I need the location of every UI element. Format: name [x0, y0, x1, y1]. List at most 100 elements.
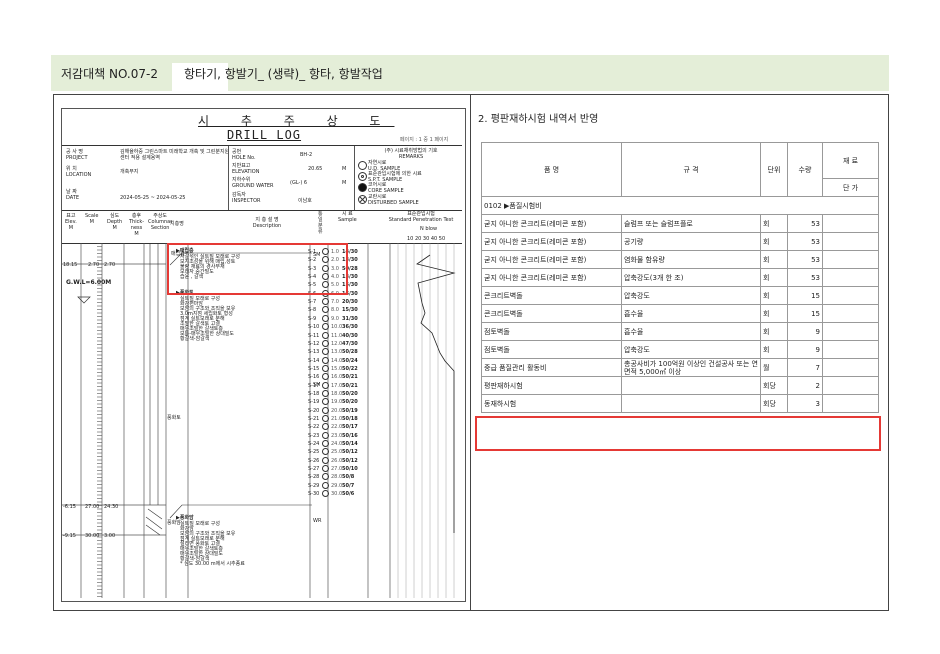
- n-value: 50/10: [342, 466, 358, 473]
- row-price: [822, 268, 879, 287]
- sample-depth: 26.0: [331, 457, 343, 464]
- spt-sample-icon: [322, 306, 329, 314]
- layer1-thick: 2.70: [104, 262, 116, 268]
- n-value: 50/16: [342, 432, 358, 439]
- sample-row: S-8 8.0 15/30: [308, 306, 358, 314]
- uscs-wr: WR: [313, 518, 322, 524]
- sample-row: S-27 27.050/10: [308, 465, 358, 473]
- sample-row: S-22 22.050/17: [308, 423, 358, 431]
- project-value: 김해율하중 그린스마트 미래학교 개축 및 그린분지원 센터 적용 설계용역: [120, 149, 230, 161]
- row-spec: 슬럼프 또는 슬럼프플로: [621, 214, 761, 233]
- sample-depth: 18.0: [331, 390, 343, 397]
- sample-row: S-29 29.050/7: [308, 481, 354, 489]
- sample-row: S-12 12.047/30: [308, 339, 358, 347]
- sample-id: S-8: [308, 307, 317, 314]
- hole-value: BH-2: [300, 152, 313, 158]
- row-price: [822, 394, 879, 413]
- col-sample: 시 료 Sample: [338, 211, 357, 223]
- row-price: [822, 322, 879, 341]
- sample-depth: 29.0: [331, 482, 343, 489]
- col-depth: 심도 Depth M: [107, 213, 123, 231]
- row-qty: 7: [787, 358, 823, 377]
- row-spec: 염화물 함유량: [621, 250, 761, 269]
- row-spec: [621, 376, 761, 395]
- table-row: 굳지 아니한 콘크리트(레미콘 포함) 염화물 함유량 회 53: [481, 250, 879, 269]
- row-qty: 15: [787, 286, 823, 305]
- row-unit: 회: [760, 268, 788, 287]
- n-value: 50/24: [342, 357, 358, 364]
- layer2-thick: 24.30: [104, 504, 119, 510]
- sample-row: S-25 25.050/12: [308, 448, 358, 456]
- elevation-value: 20.65: [308, 166, 323, 172]
- layer1-elev: 18.15: [63, 262, 78, 268]
- row-name: 굳지 아니한 콘크리트(레미콘 포함): [481, 214, 622, 233]
- row-qty: 53: [787, 232, 823, 251]
- col-uscs: 통일분류: [318, 211, 323, 235]
- core-sample-icon: [358, 183, 367, 192]
- sample-depth: 24.0: [331, 441, 343, 448]
- sample-depth: 17.0: [331, 382, 343, 389]
- groundwater-label: 지하수위 GROUND WATER: [232, 177, 274, 189]
- table-row: 굳지 아니한 콘크리트(레미콘 포함) 압축강도(3개 한 조) 회 53: [481, 268, 879, 287]
- sample-depth: 22.0: [331, 424, 343, 431]
- row-unit: 회: [760, 286, 788, 305]
- sample-row: S-17 17.050/21: [308, 381, 358, 389]
- n-value: 50/12: [342, 449, 358, 456]
- row-unit: 회당: [760, 394, 788, 413]
- table-row: 굳지 아니한 콘크리트(레미콘 포함) 공기량 회 53: [481, 232, 879, 251]
- sample-depth: 19.0: [331, 399, 343, 406]
- row-unit: 회: [760, 232, 788, 251]
- layer3-name: 풍화암: [167, 520, 181, 526]
- row-price: [822, 250, 879, 269]
- header-spec: 규 격: [621, 142, 761, 197]
- location-value: 개축부지: [120, 169, 139, 175]
- layer3-line: * 심도 30.00 m에서 시추종료: [180, 561, 245, 567]
- n-value: 50/14: [342, 441, 358, 448]
- layer3-elev: -9.15: [63, 533, 76, 539]
- header-bar: 저감대책 NO.07-2 항타기, 항발기_ (생략)_ 항타, 항발작업: [51, 55, 889, 91]
- row-qty: 53: [787, 214, 823, 233]
- sample-id: S-11: [308, 332, 320, 339]
- n-value: 50/21: [342, 374, 358, 381]
- row-spec: 압축강도: [621, 340, 761, 359]
- row-price: [822, 286, 879, 305]
- highlight-plate-load-test: [475, 416, 881, 451]
- spt-sample-icon: [322, 481, 329, 489]
- table-row: 점토벽돌 압축강도 회 9: [481, 340, 879, 359]
- row-name: 콘크리트벽돌: [481, 286, 622, 305]
- groundwater-unit: M: [342, 180, 347, 186]
- n-value: 50/21: [342, 382, 358, 389]
- n-value: 50/12: [342, 457, 358, 464]
- sample-row: S-21 21.050/18: [308, 415, 358, 422]
- row-spec: 흡수율: [621, 304, 761, 323]
- spt-sample-icon: [322, 389, 329, 397]
- disturbed-sample-icon: [358, 195, 367, 204]
- panel-divider: [470, 94, 471, 610]
- sample-row: S-10 10.036/30: [308, 323, 358, 331]
- sample-id: S-26: [308, 457, 320, 464]
- row-qty: 53: [787, 250, 823, 269]
- sample-depth: 25.0: [331, 449, 343, 456]
- sample-row: S-16 16.050/21: [308, 373, 358, 381]
- sample-id: S-16: [308, 374, 320, 381]
- drill-log-body: [62, 243, 456, 598]
- legend-disturbed: 교란시료 DISTURBED SAMPLE: [368, 194, 419, 206]
- n-value: 50/17: [342, 424, 358, 431]
- sample-row: S-20 20.050/19: [308, 406, 358, 414]
- row-name: 동재하시험: [481, 394, 622, 413]
- spt-sample-icon: [322, 490, 329, 498]
- header-material: 재 료: [822, 142, 879, 179]
- sample-depth: 15.0: [331, 365, 343, 372]
- n-value: 50/20: [342, 399, 358, 406]
- spt-sample-icon: [322, 406, 329, 414]
- n-value: 15/30: [342, 307, 358, 314]
- row-price: [822, 232, 879, 251]
- table-row: 콘크리트벽돌 압축강도 회 15: [481, 286, 879, 305]
- sample-depth: 10.0: [331, 324, 343, 331]
- inspector-label: 감독자 INSPECTOR: [232, 192, 261, 204]
- sample-row: S-15 15.050/22: [308, 364, 358, 372]
- sample-depth: 20.0: [331, 407, 343, 414]
- row-qty: 9: [787, 340, 823, 359]
- header-title: 항타기, 항발기_ (생략)_ 항타, 항발작업: [184, 67, 383, 81]
- n-value: 50/18: [342, 416, 358, 422]
